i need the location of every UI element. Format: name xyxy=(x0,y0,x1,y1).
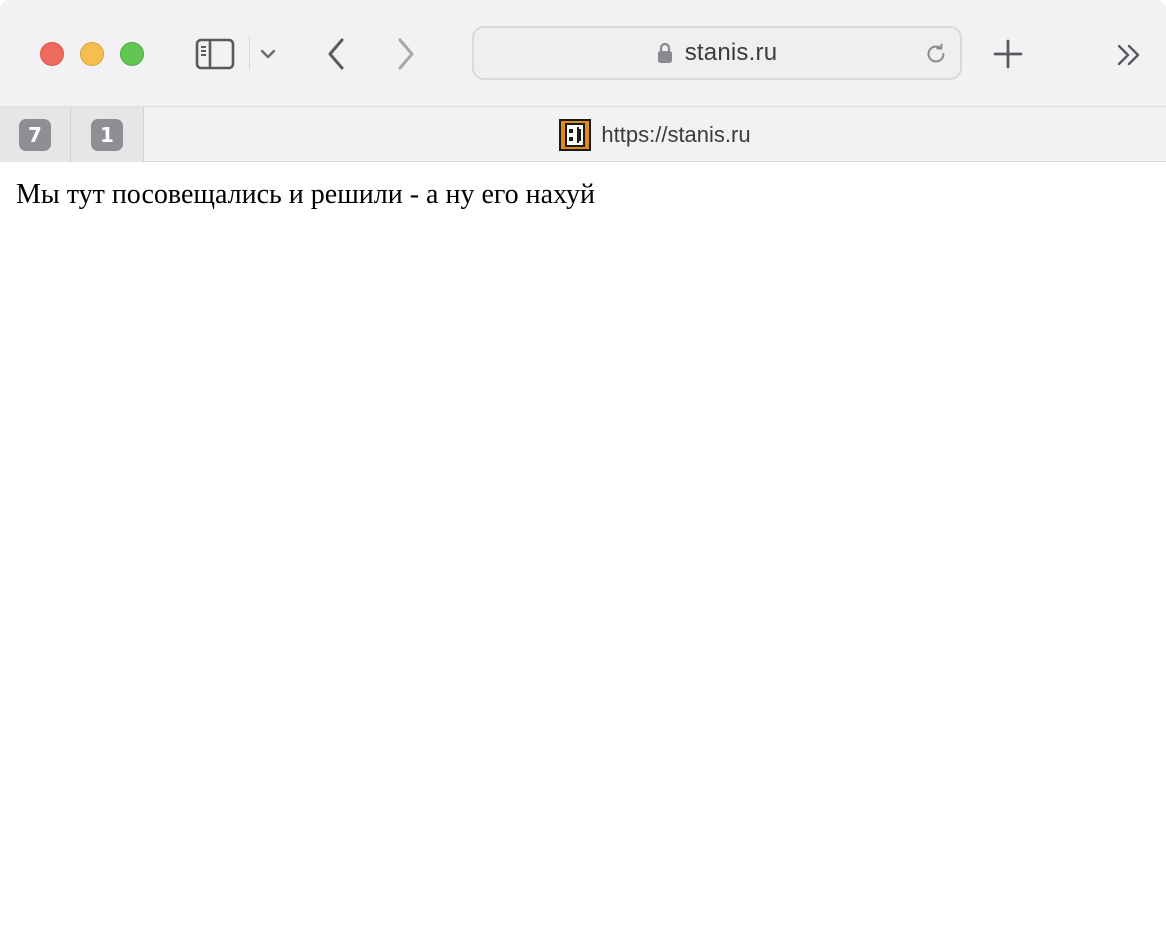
close-window-button[interactable] xyxy=(40,42,64,66)
address-bar-content: stanis.ru xyxy=(474,28,960,78)
sidebar-toggle-button[interactable] xyxy=(192,34,238,74)
zoom-window-button[interactable] xyxy=(120,42,144,66)
page-content: Мы тут посовещались и решили - а ну его … xyxy=(0,163,1166,942)
minimize-window-button[interactable] xyxy=(80,42,104,66)
active-tab[interactable]: https://stanis.ru xyxy=(144,107,1166,162)
browser-window: stanis.ru 7 1 https://stanis.ru Мы тут п… xyxy=(0,0,1166,942)
active-tab-title: https://stanis.ru xyxy=(601,121,751,147)
address-bar[interactable]: stanis.ru xyxy=(472,26,962,80)
back-button[interactable] xyxy=(318,32,354,76)
new-tab-button[interactable] xyxy=(986,32,1030,76)
chevron-left-icon xyxy=(328,38,344,70)
chevron-right-icon xyxy=(398,38,414,70)
reload-icon xyxy=(927,43,945,63)
tab-bar: 7 1 https://stanis.ru xyxy=(0,106,1166,162)
double-chevron-right-icon xyxy=(1117,44,1140,66)
chevron-down-icon xyxy=(260,49,276,59)
plus-icon xyxy=(993,39,1023,69)
toolbar-overflow-button[interactable] xyxy=(1108,34,1150,76)
toolbar: stanis.ru xyxy=(0,0,1166,106)
pinned-tab-badge: 7 xyxy=(19,118,51,151)
toolbar-separator xyxy=(249,36,250,70)
forward-button[interactable] xyxy=(388,32,424,76)
pinned-tab-badge: 1 xyxy=(91,118,123,151)
lock-icon xyxy=(657,42,673,64)
pixel-face-favicon-icon xyxy=(559,118,592,151)
pinned-tab-1[interactable]: 7 xyxy=(0,107,71,162)
pinned-tab-2[interactable]: 1 xyxy=(71,107,144,162)
sidebar-icon xyxy=(195,38,235,70)
tab-group-menu-button[interactable] xyxy=(254,38,282,70)
reload-button[interactable] xyxy=(922,40,950,68)
address-text: stanis.ru xyxy=(684,39,778,66)
page-body-text: Мы тут посовещались и решили - а ну его … xyxy=(16,179,595,210)
